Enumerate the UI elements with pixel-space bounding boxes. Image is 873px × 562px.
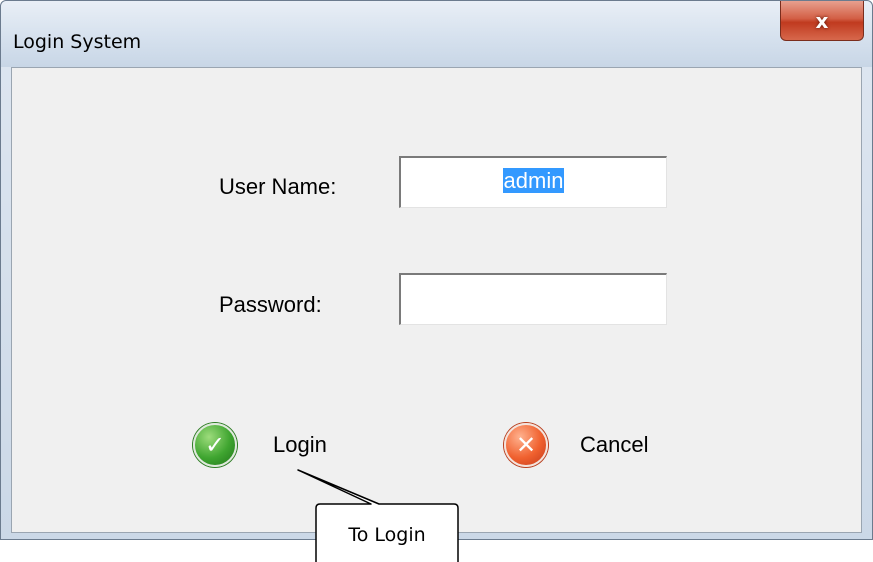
callout-bubble [297, 469, 459, 562]
callout-text: To Login [348, 524, 426, 546]
